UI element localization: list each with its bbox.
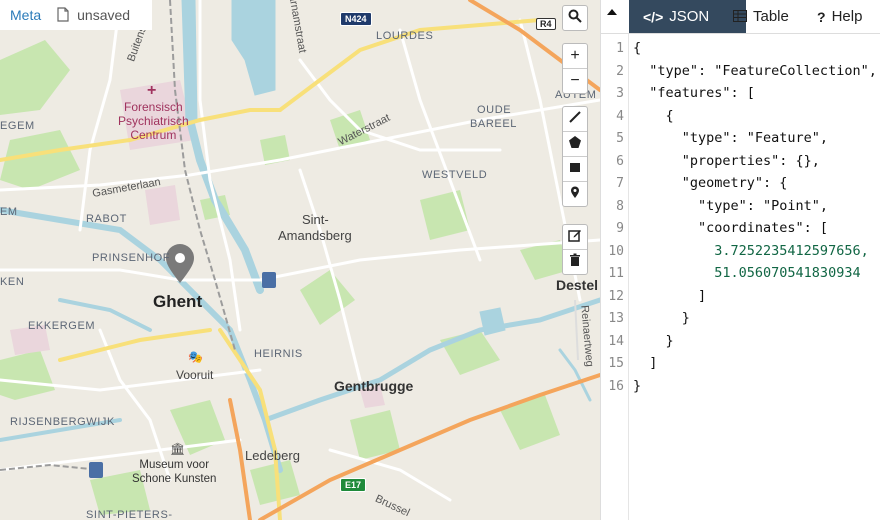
zoom-out-button[interactable]: − (563, 69, 587, 93)
polygon-icon (568, 135, 582, 154)
code-line: "features": [ (633, 85, 755, 101)
help-icon: ? (817, 8, 826, 25)
draw-marker-button[interactable] (563, 182, 587, 206)
park-areas (0, 40, 570, 515)
draw-toolbar (562, 106, 588, 207)
map-basemap (0, 0, 600, 520)
code-line: "coordinates": [ (633, 220, 829, 236)
marker-icon (568, 185, 582, 204)
road-shield-e17: E17 (340, 478, 367, 492)
code-line: "properties": {}, (633, 153, 820, 169)
tab-json-label: JSON (669, 8, 710, 25)
zoom-in-button[interactable]: + (563, 44, 587, 69)
tab-help[interactable]: ? Help (817, 0, 862, 33)
code-line: } (633, 333, 674, 349)
tab-json[interactable]: </> JSON (629, 0, 746, 33)
search-icon (568, 9, 582, 28)
tab-table[interactable]: Table (733, 0, 789, 33)
code-line: "geometry": { (633, 175, 788, 191)
meta-bar: Meta unsaved (0, 0, 152, 30)
draw-rectangle-button[interactable] (563, 157, 587, 182)
code-line: ] (633, 288, 707, 304)
trash-icon (568, 253, 582, 272)
code-line: { (633, 40, 642, 56)
json-editor[interactable]: { "type": "FeatureCollection", "features… (601, 34, 880, 520)
edit-layers-button[interactable] (563, 225, 587, 250)
code-line: 51.056070541830934 (633, 265, 861, 281)
code-line: { (633, 108, 674, 124)
zoom-control: + − (562, 43, 588, 94)
draw-line-button[interactable] (563, 107, 587, 132)
edit-toolbar (562, 224, 588, 275)
line-icon (568, 110, 582, 129)
tab-table-label: Table (753, 8, 789, 25)
code-line: "type": "Feature", (633, 130, 829, 146)
collapse-pane-icon[interactable] (607, 9, 617, 15)
rectangle-icon (568, 160, 582, 179)
road-shield-n424: N424 (340, 12, 372, 26)
editor-pane: </> JSON Table ? Help 1 2 3 4 5 6 7 8 9 … (600, 0, 880, 520)
delete-layers-button[interactable] (563, 250, 587, 274)
tab-help-label: Help (831, 8, 863, 25)
edit-icon (568, 228, 582, 247)
code-line: ] (633, 355, 658, 371)
code-icon: </> (643, 8, 664, 25)
code-line: } (633, 310, 690, 326)
code-line: } (633, 378, 642, 394)
map-canvas[interactable]: Ghent Sint- Amandsberg Gentbrugge Ledebe… (0, 0, 600, 520)
document-icon (57, 7, 71, 23)
code-line: "type": "Point", (633, 198, 829, 214)
road-shield-r4: R4 (536, 18, 556, 30)
table-icon (733, 9, 747, 25)
save-status: unsaved (77, 7, 131, 23)
search-control (562, 5, 588, 31)
meta-link[interactable]: Meta (10, 7, 41, 23)
tab-bar: </> JSON Table ? Help (601, 0, 880, 34)
code-line: 3.7252235412597656, (633, 243, 869, 259)
draw-polygon-button[interactable] (563, 132, 587, 157)
code-line: "type": "FeatureCollection", (633, 63, 877, 79)
search-button[interactable] (563, 6, 587, 30)
